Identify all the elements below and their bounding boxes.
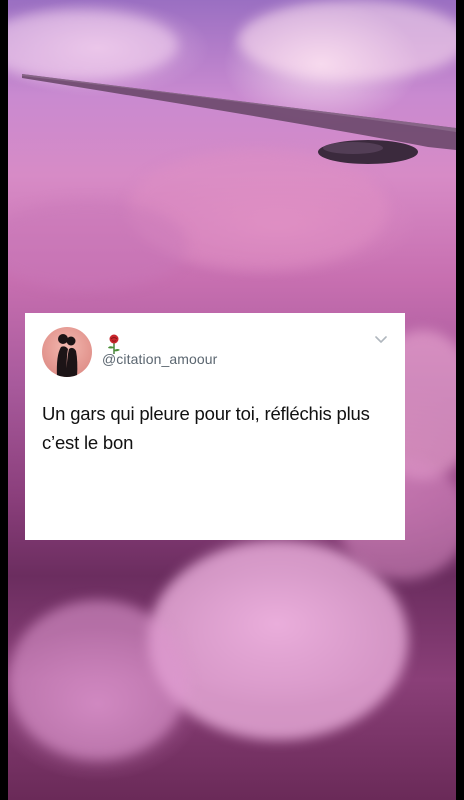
couple-silhouette-avatar[interactable] — [42, 327, 92, 377]
story-screen: @citation_amoour Un gars qui pleure pour… — [0, 0, 464, 800]
couple-silhouette-icon — [56, 334, 78, 377]
chevron-down-icon[interactable] — [374, 335, 388, 345]
tweet-card: @citation_amoour Un gars qui pleure pour… — [25, 313, 405, 540]
tweet-body-text: Un gars qui pleure pour toi, réfléchis p… — [42, 403, 370, 453]
cloud-bottom-left — [8, 600, 188, 760]
cloud-mid-left — [8, 200, 188, 290]
account-handle[interactable]: @citation_amoour — [102, 351, 217, 367]
airplane-wing — [22, 74, 456, 164]
